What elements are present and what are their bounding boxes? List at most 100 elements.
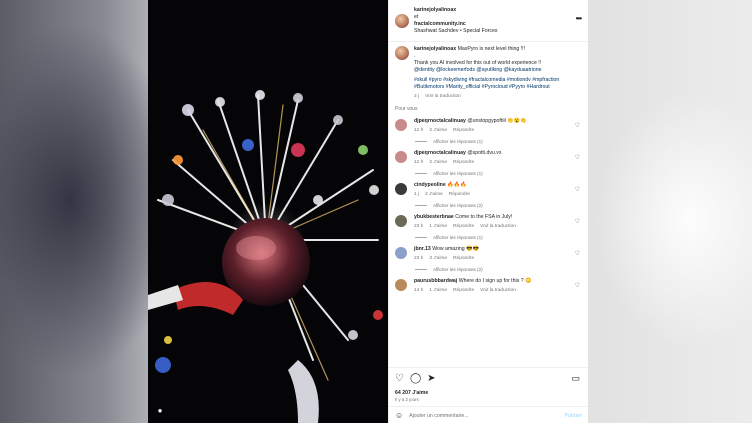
- avatar[interactable]: [395, 183, 407, 195]
- show-replies-label[interactable]: Afficher les réponses (1): [433, 139, 483, 144]
- comment-time: 14 h: [414, 288, 424, 293]
- section-label[interactable]: Pour vous: [395, 106, 582, 112]
- reply-button[interactable]: Répondre: [449, 192, 470, 197]
- avatar[interactable]: [395, 46, 409, 60]
- show-replies-button[interactable]: Afficher les réponses (1): [415, 139, 582, 144]
- comment-username[interactable]: jbnr.13: [414, 246, 431, 252]
- comment-username[interactable]: cindypeoline: [414, 182, 446, 188]
- heart-icon[interactable]: ♡: [575, 122, 580, 129]
- caption-hashtags[interactable]: #skull #pyro #skydiving #fractalcomedia …: [414, 77, 582, 91]
- caption-text: MaxPyro is next level thing !!!: [457, 46, 526, 52]
- emoji-icon[interactable]: ☺: [395, 411, 403, 420]
- comment-input[interactable]: Ajouter un commentaire...: [409, 413, 468, 419]
- reply-button[interactable]: Répondre: [453, 256, 474, 261]
- avatar[interactable]: [395, 151, 407, 163]
- comment-text: Come to the FSA in July!: [455, 214, 513, 220]
- caption: karinejolyalinoax MaxPyro is next level …: [395, 46, 582, 100]
- reply-button[interactable]: Répondre: [453, 128, 474, 133]
- heart-icon[interactable]: ♡: [575, 282, 580, 289]
- show-replies-button[interactable]: Afficher les réponses (2): [415, 267, 582, 272]
- comment-text: 🔥🔥🔥: [447, 182, 467, 188]
- post-header: karinejolyalinoax et fractalcommunity.in…: [389, 0, 588, 42]
- show-replies-label[interactable]: Afficher les réponses (2): [433, 267, 483, 272]
- comment-time: 12 h: [414, 160, 424, 165]
- post-date: Il y a 2 jours: [395, 397, 419, 402]
- add-comment-bar: ☺ Ajouter un commentaire... Publier: [389, 406, 588, 423]
- heart-icon[interactable]: ♡: [575, 186, 580, 193]
- show-replies-label[interactable]: Afficher les réponses (1): [433, 171, 483, 176]
- heart-icon[interactable]: ♡: [575, 218, 580, 225]
- comment-username[interactable]: djpeqrnoctalcalinuay: [414, 118, 466, 124]
- action-bar: ♡ ◯ ➤ ▭ 64 207 J'aime Il y a 2 jours ☺ A…: [389, 367, 588, 423]
- music-label[interactable]: Shashwat Sachdev • Special Forces: [414, 28, 497, 35]
- heart-icon[interactable]: ♡: [575, 250, 580, 257]
- comments-list: karinejolyalinoax MaxPyro is next level …: [389, 42, 588, 367]
- and-text: et: [414, 13, 419, 20]
- comment-likes[interactable]: 3 J'aime: [429, 256, 447, 261]
- translate-link[interactable]: Voir la traduction: [480, 288, 516, 293]
- comment-likes[interactable]: 2 J'aime: [429, 160, 447, 165]
- comment-text: @spotti.dvu.vs: [467, 150, 502, 156]
- comment-item: paurusbbbardwaj Where do I sign up for t…: [395, 278, 582, 294]
- heart-icon[interactable]: ♡: [395, 374, 404, 384]
- author-username[interactable]: karinejolyalinoax: [414, 7, 456, 13]
- avatar[interactable]: [395, 215, 407, 227]
- show-replies-button[interactable]: Afficher les réponses (1): [415, 235, 582, 240]
- show-replies-button[interactable]: Afficher les réponses (2): [415, 203, 582, 208]
- show-replies-label[interactable]: Afficher les réponses (2): [433, 203, 483, 208]
- post-video[interactable]: ●: [148, 0, 388, 423]
- heart-icon[interactable]: ♡: [575, 154, 580, 161]
- avatar[interactable]: [395, 247, 407, 259]
- comment-time: 1 j: [414, 192, 420, 197]
- caption-username[interactable]: karinejolyalinoax: [414, 46, 456, 52]
- comment-username[interactable]: ybukbesterbnae: [414, 214, 454, 220]
- bookmark-icon[interactable]: ▭: [571, 373, 580, 384]
- comment-time: 23 h: [414, 256, 424, 261]
- comment-item: djpeqrnoctalcalinuay @spotti.dvu.vs 12 h 2…: [395, 150, 582, 166]
- share-icon[interactable]: ➤: [427, 374, 435, 384]
- show-replies-label[interactable]: Afficher les réponses (1): [433, 235, 483, 240]
- divider-line: [415, 269, 427, 270]
- comment-time: 23 h: [414, 224, 424, 229]
- author-block: karinejolyalinoax et fractalcommunity.in…: [414, 7, 497, 35]
- reply-button[interactable]: Répondre: [453, 160, 474, 165]
- reply-button[interactable]: Répondre: [453, 288, 474, 293]
- comment-likes[interactable]: 1 J'aime: [429, 288, 447, 293]
- comment-likes[interactable]: 1 J'aime: [429, 224, 447, 229]
- comment-item: cindypeoline 🔥🔥🔥 1 j 2 J'aime Répondre ♡: [395, 182, 582, 198]
- publish-button[interactable]: Publier: [564, 413, 582, 419]
- coauthor-username[interactable]: fractalcommunity.inc: [414, 21, 466, 27]
- comment-icon[interactable]: ◯: [410, 374, 421, 384]
- translate-link[interactable]: Voir la traduction: [480, 224, 516, 229]
- caption-thanks: Thank you AI involved for this out of wo…: [414, 60, 542, 66]
- comment-likes[interactable]: 2 J'aime: [429, 128, 447, 133]
- comment-likes[interactable]: 2 J'aime: [425, 192, 443, 197]
- comment-username[interactable]: djpeqrnoctalcalinuay: [414, 150, 466, 156]
- comment-text: @unstopgypoftiil 👏😮👏: [467, 118, 527, 124]
- avatar[interactable]: [395, 13, 409, 28]
- comment-item: jbnr.13 Wow amazing 😎😎 23 h 3 J'aime Répond…: [395, 246, 582, 262]
- divider-line: [415, 205, 427, 206]
- caption-mentions[interactable]: @dentity @lockeemerfods @ayutlking @kayd…: [414, 67, 582, 74]
- divider-line: [415, 237, 427, 238]
- comment-time: 12 h: [414, 128, 424, 133]
- user-tag-icon[interactable]: ●: [154, 405, 166, 417]
- comment-text: Where do I sign up for this ? 😳: [458, 278, 532, 284]
- show-replies-button[interactable]: Afficher les réponses (1): [415, 171, 582, 176]
- video-frame: [148, 0, 388, 423]
- caption-translate[interactable]: Voir la traduction: [425, 94, 461, 99]
- post-sidebar: karinejolyalinoax et fractalcommunity.in…: [388, 0, 588, 423]
- comment-text: Wow amazing 😎😎: [432, 246, 480, 252]
- comment-item: djpeqrnoctalcalinuay @unstopgypoftiil 👏😮…: [395, 118, 582, 134]
- like-count[interactable]: 64 207 J'aime: [395, 390, 582, 396]
- more-dots-icon[interactable]: •••: [576, 14, 582, 23]
- avatar[interactable]: [395, 119, 407, 131]
- divider-line: [415, 141, 427, 142]
- avatar[interactable]: [395, 279, 407, 291]
- caption-dot: .: [414, 53, 416, 59]
- caption-time: 2 j: [414, 94, 420, 99]
- comment-username[interactable]: paurusbbbardwaj: [414, 278, 457, 284]
- reply-button[interactable]: Répondre: [453, 224, 474, 229]
- divider-line: [415, 173, 427, 174]
- post-dialog: ● karinejolyalinoax et fractalcommunity.…: [148, 0, 588, 423]
